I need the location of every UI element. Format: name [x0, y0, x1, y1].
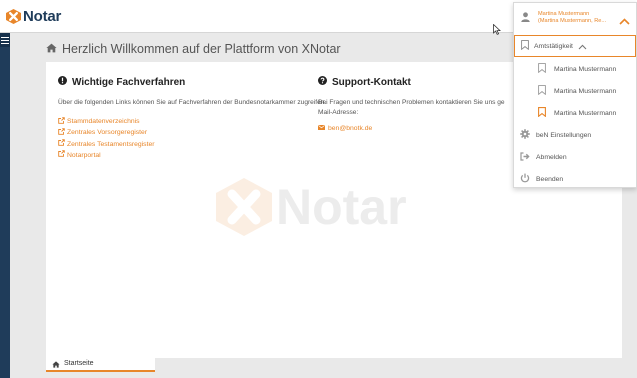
menu-quit-label: Beenden: [536, 175, 564, 183]
menu-settings-label: beN Einstellungen: [536, 131, 592, 139]
exclamation-circle-icon: [58, 76, 67, 88]
menu-settings[interactable]: beN Einstellungen: [514, 124, 636, 146]
link-label: Zentrales Vorsorgeregister: [67, 129, 148, 137]
person-name: Martina Mustermann: [554, 109, 617, 117]
sign-out-icon: [520, 148, 530, 166]
user-role: (Martina Mustermann, Re...: [538, 18, 607, 24]
xnotar-logo-icon: [6, 9, 21, 24]
page-title: Herzlich Willkommen auf der Plattform vo…: [62, 42, 341, 56]
link-notarportal[interactable]: Notarportal: [58, 150, 334, 161]
menu-quit[interactable]: Beenden: [514, 168, 636, 190]
user-name: Martina Mustermann: [538, 11, 590, 17]
fachverfahren-section: Wichtige Fachverfahren Über die folgende…: [58, 76, 334, 161]
fachverfahren-links: Stammdatenverzeichnis Zentrales Vorsorge…: [58, 116, 334, 162]
user-icon: [521, 9, 530, 27]
menu-amtstaetigkeit[interactable]: Amtstätigkeit: [514, 35, 636, 57]
logo-text: Notar: [23, 8, 62, 25]
support-email-link[interactable]: ben@bnotk.de: [318, 125, 528, 132]
bookmark-icon: [521, 37, 529, 55]
menu-logout[interactable]: Abmelden: [514, 146, 636, 168]
bookmark-icon: [538, 82, 546, 100]
menu-person-1[interactable]: Martina Mustermann: [514, 58, 636, 80]
support-intro-line2: Mail-Adresse:: [318, 108, 359, 116]
watermark-text: Notar: [276, 179, 407, 235]
user-dropdown-menu: Martina Mustermann (Martina Mustermann, …: [513, 2, 637, 188]
link-label: Stammdatenverzeichnis: [67, 118, 140, 126]
support-email: ben@bnotk.de: [328, 125, 373, 133]
support-intro-line1: Bei Fragen und technischen Problemen kon…: [318, 99, 505, 106]
question-circle-icon: [318, 76, 327, 88]
chevron-up-icon: [578, 37, 587, 55]
link-label: Notarportal: [67, 151, 101, 159]
chevron-up-icon: [619, 12, 630, 30]
external-link-icon: [58, 116, 65, 128]
hamburger-icon[interactable]: [1, 37, 9, 46]
menu-person-2[interactable]: Martina Mustermann: [514, 80, 636, 102]
tab-startseite[interactable]: Startseite: [46, 357, 155, 372]
gear-icon: [520, 126, 530, 144]
support-section: Support-Kontakt Bei Fragen und technisch…: [318, 76, 528, 132]
envelope-icon: [318, 125, 325, 132]
fachverfahren-title: Wichtige Fachverfahren: [72, 76, 186, 88]
home-icon: [46, 40, 57, 58]
external-link-icon: [58, 150, 65, 161]
user-names: Martina Mustermann (Martina Mustermann, …: [538, 11, 606, 25]
user-menu-toggle[interactable]: Martina Mustermann (Martina Mustermann, …: [514, 3, 636, 33]
side-rail: [0, 33, 10, 378]
menu-logout-label: Abmelden: [536, 153, 567, 161]
power-icon: [520, 170, 530, 188]
support-title: Support-Kontakt: [332, 76, 411, 88]
external-link-icon: [58, 128, 65, 139]
bookmark-active-icon: [538, 104, 546, 122]
fachverfahren-heading: Wichtige Fachverfahren: [58, 76, 334, 88]
fachverfahren-intro: Über die folgenden Links können Sie auf …: [58, 99, 327, 106]
link-label: Zentrales Testamentsregister: [67, 140, 155, 148]
person-name: Martina Mustermann: [554, 65, 617, 73]
link-testamentsregister[interactable]: Zentrales Testamentsregister: [58, 139, 334, 150]
person-name: Martina Mustermann: [554, 87, 617, 95]
app-logo[interactable]: Notar: [6, 8, 61, 25]
menu-person-3[interactable]: Martina Mustermann: [514, 102, 636, 124]
external-link-icon: [58, 139, 65, 150]
tab-label: Startseite: [64, 360, 94, 367]
link-vorsorgeregister[interactable]: Zentrales Vorsorgeregister: [58, 128, 334, 139]
watermark-logo: Notar: [216, 178, 407, 236]
home-icon: [52, 355, 60, 373]
watermark-x-icon: [216, 178, 272, 236]
support-intro: Bei Fragen und technischen Problemen kon…: [318, 98, 528, 117]
menu-amtstaetigkeit-label: Amtstätigkeit: [534, 42, 573, 50]
link-stammdatenverzeichnis[interactable]: Stammdatenverzeichnis: [58, 116, 334, 128]
bookmark-icon: [538, 60, 546, 78]
support-heading: Support-Kontakt: [318, 76, 528, 88]
